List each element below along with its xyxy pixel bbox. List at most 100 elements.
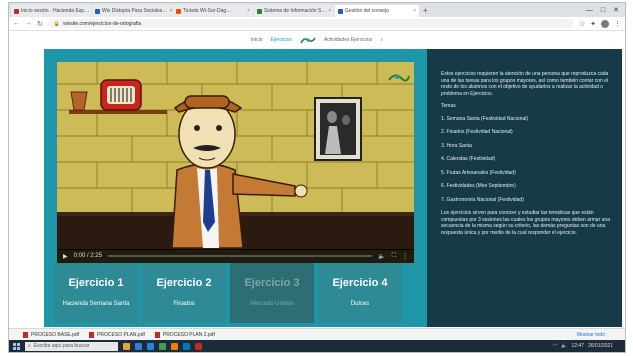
new-tab-button[interactable]: + bbox=[420, 5, 431, 17]
forward-arrow-icon[interactable]: → bbox=[25, 20, 32, 27]
show-all-downloads-link[interactable]: Mostrar todo bbox=[577, 332, 625, 338]
close-window-button[interactable]: ✕ bbox=[613, 5, 619, 17]
play-icon[interactable]: ▶ bbox=[63, 253, 68, 260]
menu-dots-icon[interactable]: ⋮ bbox=[614, 20, 621, 28]
download-filename: PROCESO PLAN.pdf bbox=[97, 331, 145, 338]
topic-item: 6. Festividades (Mes Septiembre) bbox=[441, 183, 516, 189]
lock-icon: 🔒 bbox=[53, 20, 61, 27]
screenshot-frame: Inicio sesión · Hacienda Esp…×Wix Distop… bbox=[8, 2, 626, 353]
pdf-file-icon bbox=[23, 331, 28, 338]
topics-heading: Temas bbox=[441, 103, 456, 109]
tab-favicon-icon bbox=[95, 8, 100, 14]
taskbar-date[interactable]: 26/01/2021 bbox=[588, 343, 613, 349]
nav-link-actividades[interactable]: Actividades Ejercicios bbox=[324, 37, 372, 43]
taskbar-app-icon[interactable] bbox=[147, 342, 154, 350]
topic-item: 3. Hora Santa bbox=[441, 142, 472, 149]
nav-link-ejercicios[interactable]: Ejercicios bbox=[271, 37, 292, 43]
close-tab-icon[interactable]: × bbox=[169, 8, 172, 14]
browser-tab[interactable]: Wix Distopía Para Sociales… × bbox=[92, 5, 172, 17]
address-bar-row: ← → ↻ 🔒 wixsite.com/ejercicios-de-ortogr… bbox=[9, 17, 625, 31]
video-player[interactable]: ▶ 0:00 / 2:25 🔈 ⛶ ⋮ bbox=[57, 62, 414, 263]
search-icon: ⌕ bbox=[28, 343, 31, 349]
fullscreen-icon[interactable]: ⛶ bbox=[392, 253, 396, 260]
close-tab-icon[interactable]: × bbox=[413, 8, 416, 14]
tab-favicon-icon bbox=[338, 8, 343, 14]
search-icon[interactable]: ⌕ bbox=[380, 37, 383, 43]
tab-label: Sistema de Información S… bbox=[264, 8, 327, 14]
video-panel: ▶ 0:00 / 2:25 🔈 ⛶ ⋮ Ejercicio 1 Hacienda… bbox=[44, 49, 427, 327]
star-icon[interactable]: ☆ bbox=[579, 20, 585, 28]
tab-label: Gestión del consejo bbox=[345, 8, 389, 14]
topic-item: 7. Gastronomía Nacional (Festividad) bbox=[441, 196, 524, 203]
extension-area: ☆ ✦ ⋮ bbox=[579, 19, 621, 28]
exercise-card-4[interactable]: Ejercicio 4 Dulces bbox=[318, 263, 402, 323]
taskbar-search-placeholder: Escribe aquí para buscar bbox=[33, 343, 90, 349]
tab-label: Tickets Wi-Sur-Dag… bbox=[183, 8, 232, 14]
exercise-title: Ejercicio 1 bbox=[68, 277, 124, 289]
os-taskbar: ⌕ Escribe aquí para buscar ◠ 🔈 12:47 26/… bbox=[9, 340, 625, 352]
windows-start-icon[interactable] bbox=[13, 342, 20, 350]
url-text: wixsite.com/ejercicios-de-ortografia bbox=[63, 20, 142, 27]
system-tray: ◠ 🔈 12:47 26/01/2021 bbox=[553, 343, 625, 349]
close-tab-icon[interactable]: × bbox=[328, 8, 331, 14]
taskbar-search-input[interactable]: ⌕ Escribe aquí para buscar bbox=[25, 341, 118, 351]
back-arrow-icon[interactable]: ← bbox=[13, 20, 20, 27]
exercise-title: Ejercicio 3 bbox=[244, 277, 300, 289]
tab-favicon-icon bbox=[176, 8, 181, 14]
exercise-title: Ejercicio 2 bbox=[156, 277, 212, 289]
extension-icon[interactable]: ✦ bbox=[590, 20, 596, 28]
minimize-button[interactable]: — bbox=[586, 5, 593, 17]
browser-tab[interactable]: Gestión del consejo × bbox=[335, 5, 419, 17]
site-header: Inicio Ejercicios Actividades Ejercicios… bbox=[9, 31, 625, 49]
taskbar-app-icon[interactable] bbox=[195, 342, 202, 350]
instructions-panel: Estos ejercicios requieren la atención d… bbox=[427, 49, 622, 327]
main-content: ▶ 0:00 / 2:25 🔈 ⛶ ⋮ Ejercicio 1 Hacienda… bbox=[44, 49, 622, 327]
instructions-closing: Los ejercicios sirven para conocer y est… bbox=[441, 210, 610, 236]
profile-avatar[interactable] bbox=[601, 19, 609, 28]
pdf-file-icon bbox=[89, 331, 95, 338]
wifi-icon[interactable]: ◠ bbox=[553, 343, 557, 349]
video-time: 0:00 / 2:25 bbox=[73, 253, 102, 259]
maximize-button[interactable]: □ bbox=[601, 5, 605, 17]
exercise-subtitle: Mercado Unidos bbox=[250, 301, 294, 307]
exercise-card-1[interactable]: Ejercicio 1 Hacienda Semana Santa bbox=[54, 263, 138, 323]
taskbar-clock[interactable]: 12:47 bbox=[571, 343, 584, 349]
window-controls: — □ ✕ bbox=[586, 5, 625, 17]
more-options-icon[interactable]: ⋮ bbox=[402, 253, 408, 260]
browser-tab[interactable]: Sistema de Información S… × bbox=[254, 5, 334, 17]
download-filename: PROCESO BASE.pdf bbox=[31, 331, 80, 338]
topic-item: 2. Finados (Festividad Nacional) bbox=[441, 129, 513, 135]
video-frame-cartoon bbox=[57, 62, 414, 263]
close-tab-icon[interactable]: × bbox=[247, 8, 250, 14]
exercise-card-2[interactable]: Ejercicio 2 Finados bbox=[142, 263, 226, 323]
download-item[interactable]: PROCESO PLAN.pdf bbox=[89, 331, 145, 338]
topic-item: 1. Semana Santa (Festividad Nacional) bbox=[441, 115, 528, 122]
speaker-icon[interactable]: 🔈 bbox=[561, 343, 567, 349]
instructions-intro: Estos ejercicios requieren la atención d… bbox=[441, 71, 609, 97]
browser-tab[interactable]: Inicio sesión · Hacienda Esp…× bbox=[11, 5, 91, 17]
download-item[interactable]: PROCESO PLAN 2.pdf bbox=[154, 331, 215, 338]
site-logo-icon[interactable] bbox=[300, 36, 316, 45]
url-input[interactable]: 🔒 wixsite.com/ejercicios-de-ortografia bbox=[47, 19, 574, 28]
tab-favicon-icon bbox=[14, 8, 19, 14]
nav-link-inicio[interactable]: Inicio bbox=[251, 37, 263, 43]
exercise-title: Ejercicio 4 bbox=[332, 277, 388, 289]
video-progress-bar[interactable] bbox=[107, 255, 373, 257]
taskbar-app-icon[interactable] bbox=[123, 342, 130, 350]
taskbar-app-icon[interactable] bbox=[171, 342, 178, 350]
exercise-subtitle: Dulces bbox=[350, 301, 370, 307]
taskbar-app-icon[interactable] bbox=[183, 342, 190, 350]
video-controls: ▶ 0:00 / 2:25 🔈 ⛶ ⋮ bbox=[57, 249, 414, 263]
taskbar-app-list bbox=[123, 342, 202, 350]
topic-item: 4. Calendas (Festividad) bbox=[441, 156, 496, 162]
topic-item: 5. Frutas Artesanales (Festividad) bbox=[441, 169, 516, 176]
tab-label: Wix Distopía Para Sociales… bbox=[102, 8, 168, 14]
exercise-subtitle: Finados bbox=[173, 301, 195, 307]
download-item[interactable]: PROCESO BASE.pdf bbox=[23, 331, 80, 338]
taskbar-app-icon[interactable] bbox=[159, 342, 166, 350]
browser-tab[interactable]: Tickets Wi-Sur-Dag… × bbox=[173, 5, 253, 17]
exercise-card-3[interactable]: Ejercicio 3 Mercado Unidos bbox=[230, 263, 314, 323]
reload-icon[interactable]: ↻ bbox=[37, 20, 43, 28]
taskbar-app-icon[interactable] bbox=[135, 342, 142, 350]
volume-icon[interactable]: 🔈 bbox=[378, 253, 385, 260]
